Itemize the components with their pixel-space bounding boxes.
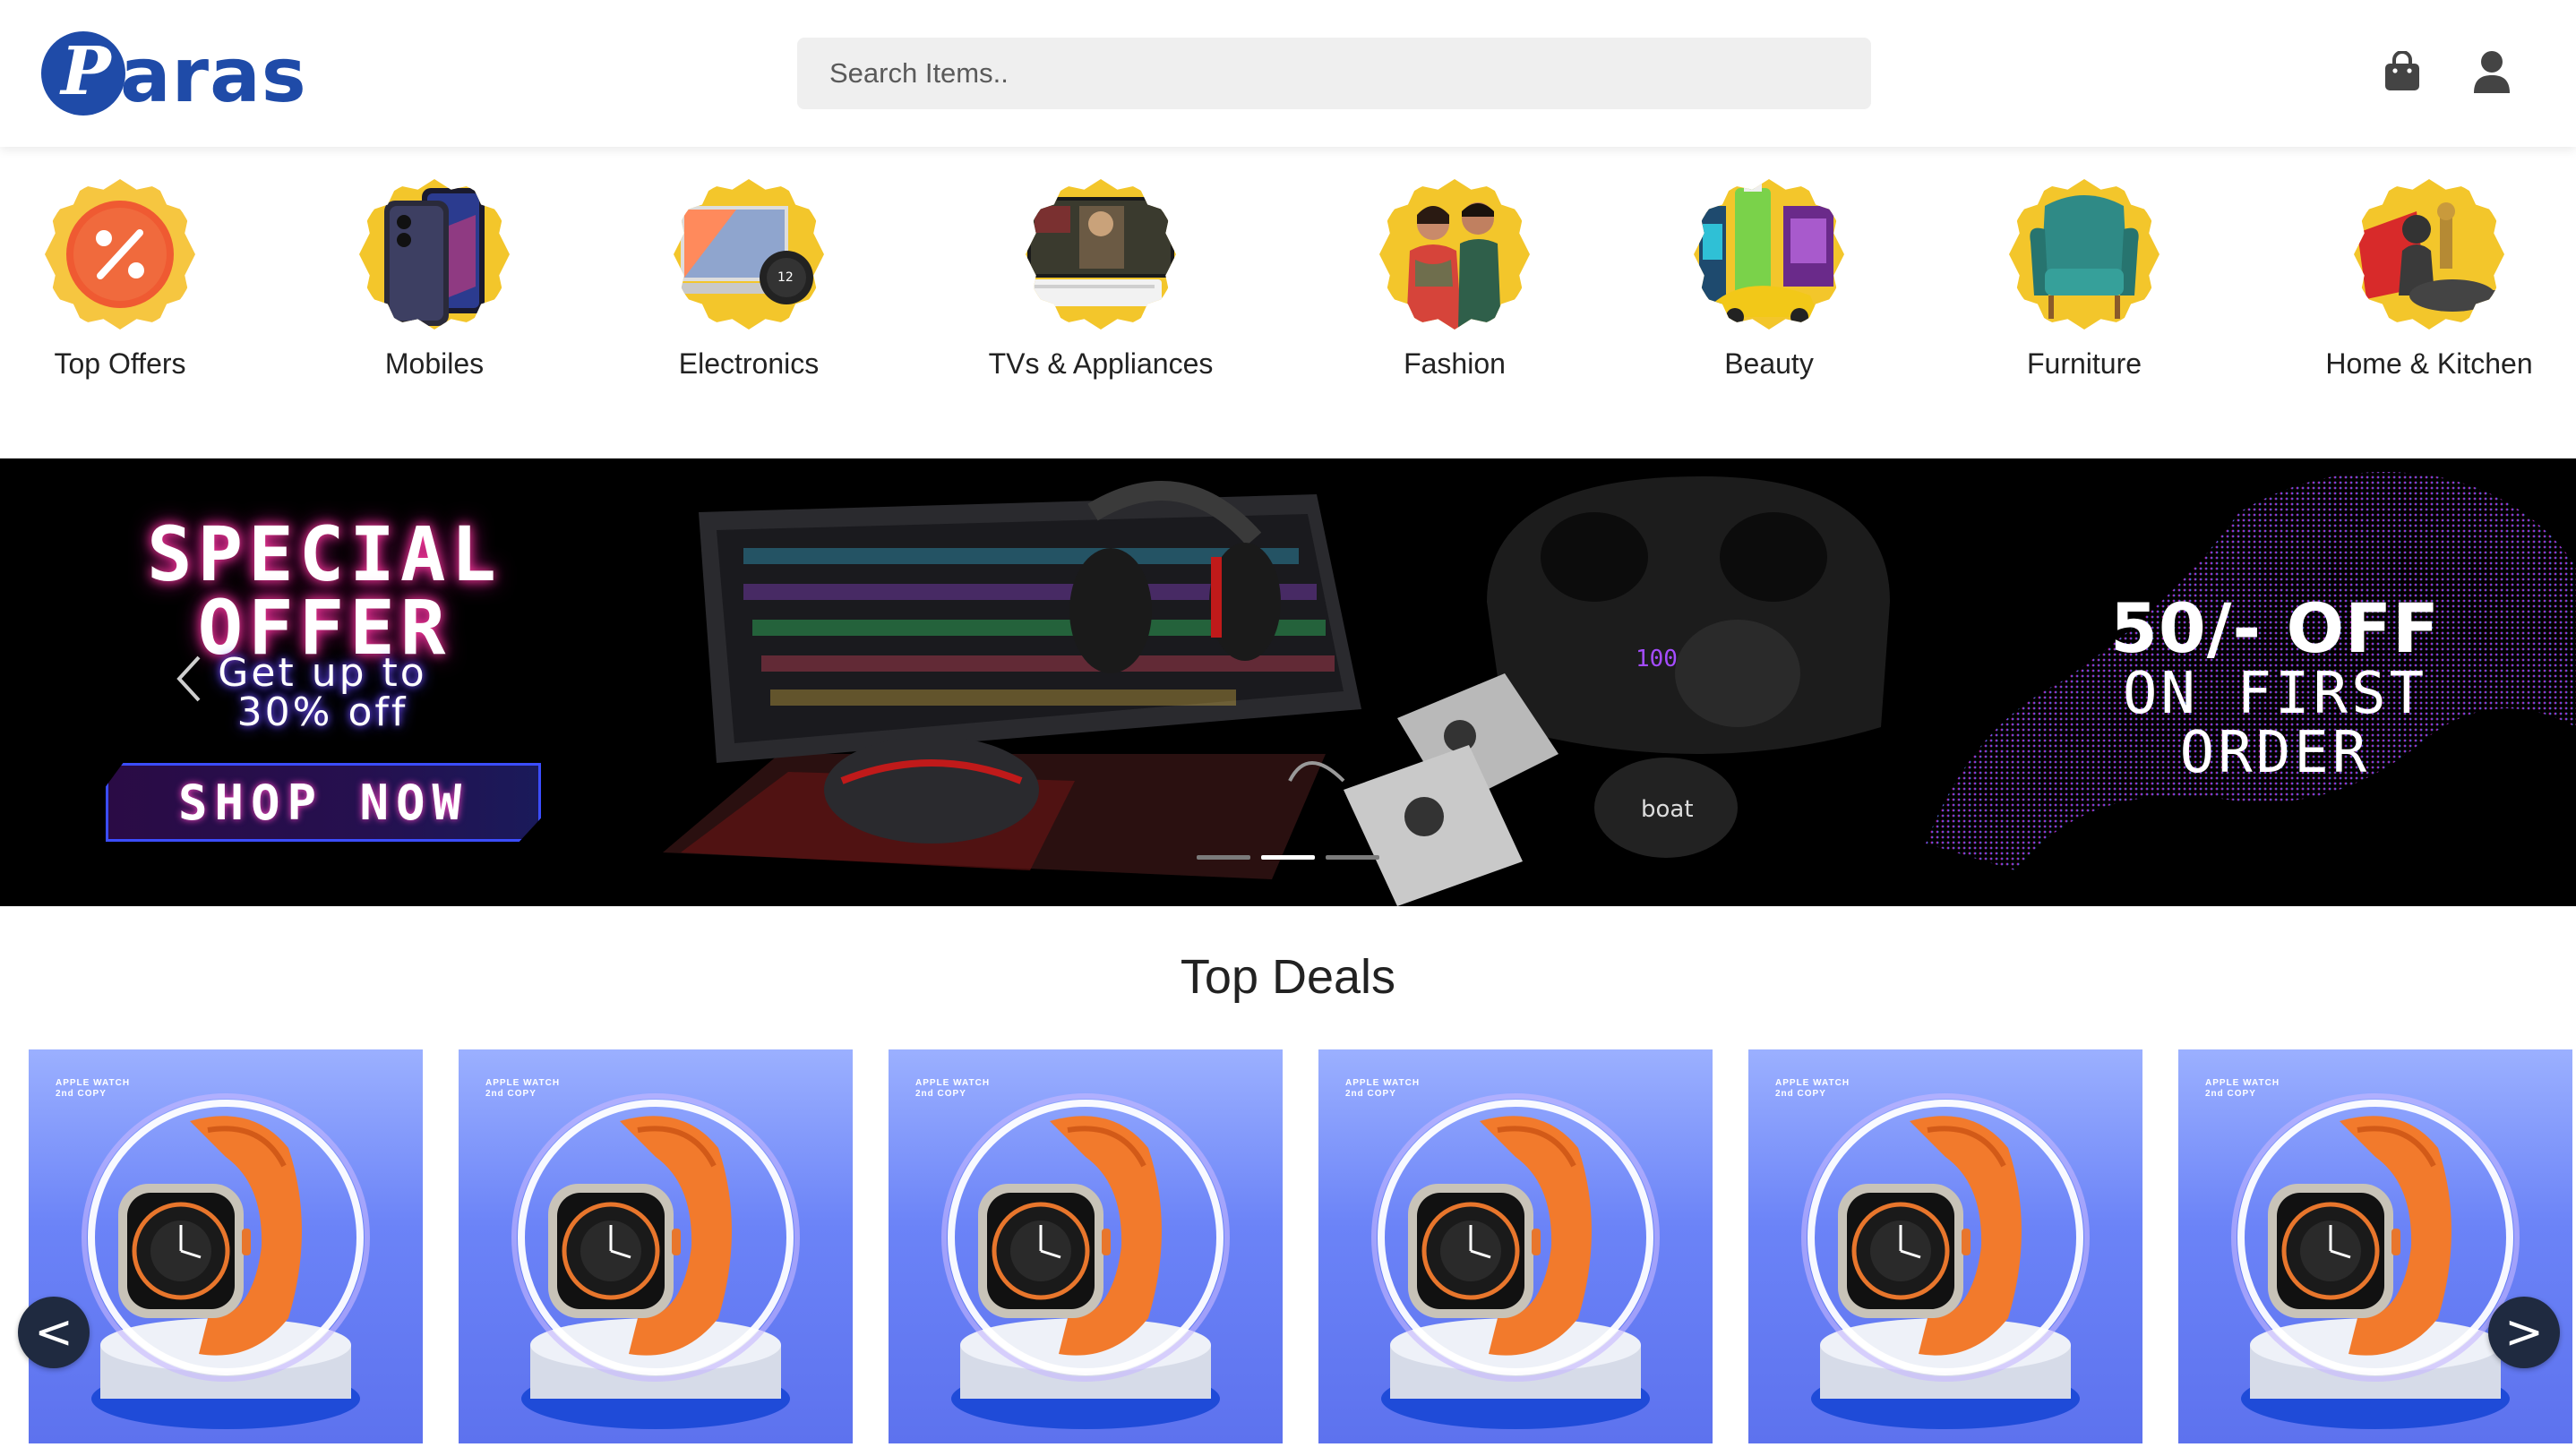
- category-label: Furniture: [2026, 347, 2142, 380]
- promo-line: ON FIRST: [2122, 661, 2428, 727]
- category-label: Beauty: [1724, 347, 1814, 380]
- promo-banner[interactable]: 100 boat SPECIAL OFFER Get up to 30% off…: [0, 458, 2576, 906]
- deal-card[interactable]: APPLE WATCH 2nd COPY: [459, 1049, 853, 1443]
- deal-card[interactable]: APPLE WATCH 2nd COPY: [29, 1049, 423, 1443]
- deal-card[interactable]: APPLE WATCH 2nd COPY: [1748, 1049, 2142, 1443]
- deal-card[interactable]: APPLE WATCH 2nd COPY: [889, 1049, 1283, 1443]
- category-label: TVs & Appliances: [988, 347, 1214, 380]
- svg-text:boat: boat: [1641, 796, 1694, 823]
- category-label: Home & Kitchen: [2325, 347, 2533, 380]
- watch-image: [941, 1093, 1230, 1429]
- logo-text: aras: [120, 31, 307, 119]
- special-offer-title: SPECIAL OFFER: [129, 510, 519, 665]
- armchair-icon: [2009, 179, 2160, 330]
- title-line: SPECIAL: [146, 510, 502, 598]
- kitchen-items-icon: [2354, 179, 2504, 330]
- category-furniture[interactable]: Furniture: [1941, 179, 2228, 381]
- category-top-offers[interactable]: Top Offers: [0, 179, 263, 381]
- shopping-bag-icon[interactable]: [2375, 45, 2429, 98]
- carousel-dot[interactable]: [1197, 855, 1250, 860]
- deals-next-button[interactable]: >: [2488, 1297, 2560, 1368]
- category-tvs-appliances[interactable]: TVs & Appliances: [957, 179, 1244, 381]
- shop-now-button[interactable]: SHOP NOW: [106, 763, 541, 842]
- category-label: Mobiles: [384, 347, 485, 380]
- carousel-indicators: [1197, 855, 1379, 860]
- category-label: Electronics: [678, 347, 820, 380]
- svg-text:100: 100: [1636, 646, 1678, 672]
- percent-badge-icon: [45, 179, 195, 330]
- category-beauty[interactable]: Beauty: [1626, 179, 1912, 381]
- promo-line: ORDER: [2179, 720, 2371, 786]
- subtitle-line: Get up to: [218, 650, 427, 696]
- svg-text:12: 12: [777, 270, 794, 285]
- category-label: Fashion: [1404, 347, 1506, 380]
- deal-card[interactable]: APPLE WATCH 2nd COPY: [2178, 1049, 2572, 1443]
- watch-image: [1801, 1093, 2090, 1429]
- watch-image: [511, 1093, 800, 1429]
- subtitle-line: 30% off: [236, 689, 408, 735]
- fashion-couple-icon: [1379, 179, 1530, 330]
- deal-card[interactable]: APPLE WATCH 2nd COPY: [1318, 1049, 1713, 1443]
- carousel-dot[interactable]: [1326, 855, 1379, 860]
- carousel-dot-active[interactable]: [1261, 855, 1315, 860]
- section-title: Top Deals: [1180, 950, 1396, 1004]
- user-icon[interactable]: [2465, 45, 2519, 98]
- logo-mark: P: [41, 31, 125, 116]
- promo-amount: 50/- OFF: [2110, 588, 2440, 668]
- first-order-promo: 50/- OFF ON FIRST ORDER: [2060, 588, 2490, 786]
- category-mobiles[interactable]: Mobiles: [291, 179, 578, 381]
- site-logo[interactable]: P aras: [41, 29, 307, 118]
- category-home-kitchen[interactable]: Home & Kitchen: [2286, 179, 2572, 381]
- category-label: Top Offers: [54, 347, 186, 380]
- top-header: P aras: [0, 0, 2576, 147]
- laptop-icon: 12: [674, 179, 824, 330]
- category-bar: Top Offers Mobiles 12 Electronics TVs & …: [0, 179, 2576, 394]
- tv-icon: [1026, 179, 1176, 330]
- watch-image: [1371, 1093, 1660, 1429]
- offer-subtitle: Get up to 30% off: [179, 654, 466, 732]
- category-electronics[interactable]: 12 Electronics: [605, 179, 892, 381]
- watch-image: [2231, 1093, 2520, 1429]
- deals-prev-button[interactable]: <: [18, 1297, 90, 1368]
- category-fashion[interactable]: Fashion: [1311, 179, 1598, 381]
- watch-image: [82, 1093, 370, 1429]
- search-input[interactable]: [797, 38, 1871, 109]
- phone-icon: [359, 179, 510, 330]
- logo-letter: P: [61, 33, 111, 110]
- beauty-products-icon: [1694, 179, 1844, 330]
